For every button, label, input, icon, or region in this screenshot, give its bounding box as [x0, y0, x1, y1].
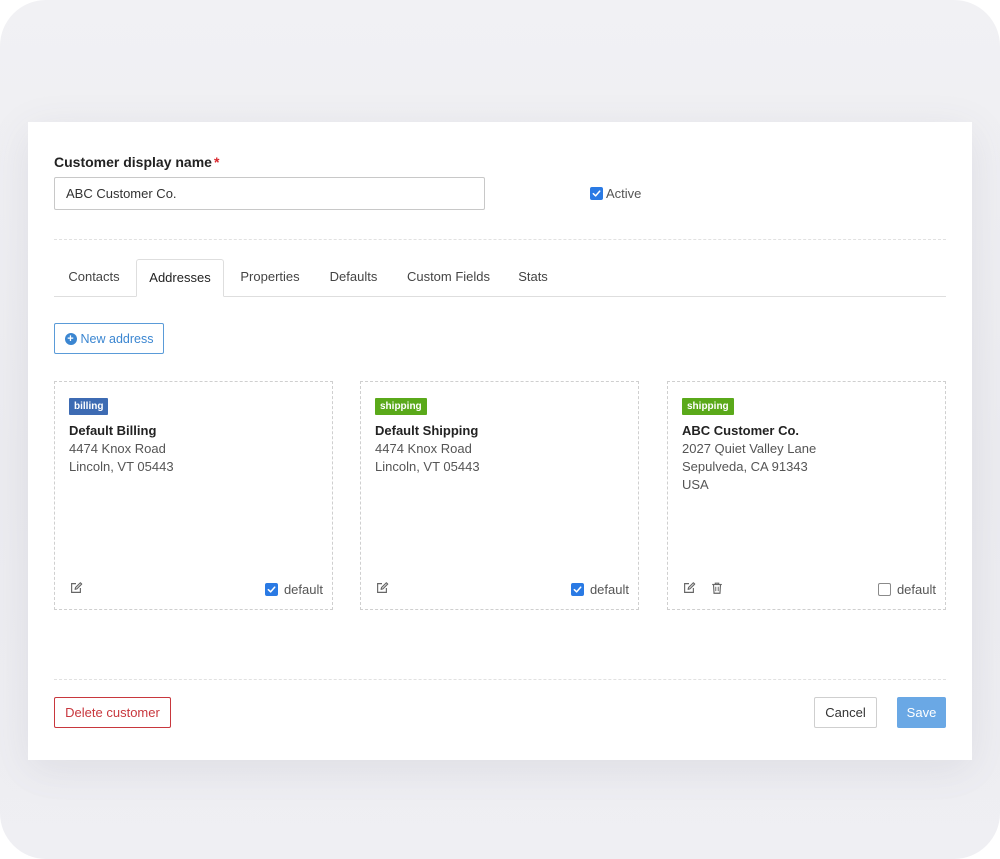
address-line: 4474 Knox Road	[69, 441, 166, 456]
tab-custom-fields[interactable]: Custom Fields	[393, 259, 504, 296]
tab-stats[interactable]: Stats	[506, 259, 560, 296]
delete-customer-button[interactable]: Delete customer	[54, 697, 171, 728]
edit-icon[interactable]	[68, 580, 83, 595]
active-checkbox[interactable]: Active	[590, 186, 641, 201]
check-icon	[592, 190, 601, 197]
address-name: ABC Customer Co.	[682, 423, 800, 438]
header-divider	[54, 239, 946, 240]
default-checkbox[interactable]: default	[570, 582, 629, 597]
default-label: default	[896, 582, 936, 597]
address-card-shipping-default: shipping Default Shipping 4474 Knox Road…	[360, 381, 639, 610]
save-button[interactable]: Save	[897, 697, 946, 728]
check-icon	[267, 586, 276, 593]
edit-icon[interactable]	[681, 580, 696, 595]
address-name: Default Billing	[69, 423, 157, 438]
address-type-badge: shipping	[375, 398, 427, 415]
address-type-badge: billing	[69, 398, 109, 415]
default-label: default	[589, 582, 629, 597]
customer-name-input[interactable]	[54, 177, 485, 210]
new-address-button[interactable]: + New address	[54, 323, 164, 354]
default-checkbox[interactable]: default	[877, 582, 936, 597]
address-line: 4474 Knox Road	[375, 441, 472, 456]
default-checkbox-box[interactable]	[570, 583, 584, 596]
active-label: Active	[606, 186, 642, 201]
tab-contacts[interactable]: Contacts	[54, 259, 134, 296]
default-checkbox-box[interactable]	[877, 583, 891, 596]
default-checkbox[interactable]: default	[264, 582, 323, 597]
trash-icon[interactable]	[709, 580, 724, 595]
address-type-badge: shipping	[682, 398, 734, 415]
address-name: Default Shipping	[375, 423, 479, 438]
tab-addresses[interactable]: Addresses	[136, 259, 224, 297]
tab-defaults[interactable]: Defaults	[316, 259, 391, 296]
new-address-label: New address	[80, 331, 154, 346]
address-line: USA	[682, 477, 709, 492]
customer-name-label: Customer display name *	[54, 154, 219, 170]
address-line: Lincoln, VT 05443	[69, 459, 174, 474]
address-line: Lincoln, VT 05443	[375, 459, 480, 474]
default-label: default	[283, 582, 323, 597]
address-card-shipping-abc: shipping ABC Customer Co. 2027 Quiet Val…	[667, 381, 946, 610]
address-line: Sepulveda, CA 91343	[682, 459, 808, 474]
active-checkbox-box[interactable]	[590, 187, 603, 200]
plus-circle-icon: +	[64, 332, 77, 345]
check-icon	[573, 586, 582, 593]
default-checkbox-box[interactable]	[264, 583, 278, 596]
tab-bar: Contacts Addresses Properties Defaults C…	[54, 259, 946, 297]
customer-name-label-text: Customer display name	[54, 154, 212, 170]
required-mark: *	[213, 154, 220, 170]
edit-icon[interactable]	[374, 580, 389, 595]
customer-edit-panel: Customer display name* Active Contacts A…	[28, 122, 972, 760]
address-line: 2027 Quiet Valley Lane	[682, 441, 817, 456]
window-frame: Customer display name* Active Contacts A…	[0, 0, 1000, 859]
cancel-button[interactable]: Cancel	[814, 697, 877, 728]
address-card-billing: billing Default Billing 4474 Knox Road L…	[54, 381, 333, 610]
footer-divider	[54, 679, 946, 680]
tab-properties[interactable]: Properties	[226, 259, 314, 296]
